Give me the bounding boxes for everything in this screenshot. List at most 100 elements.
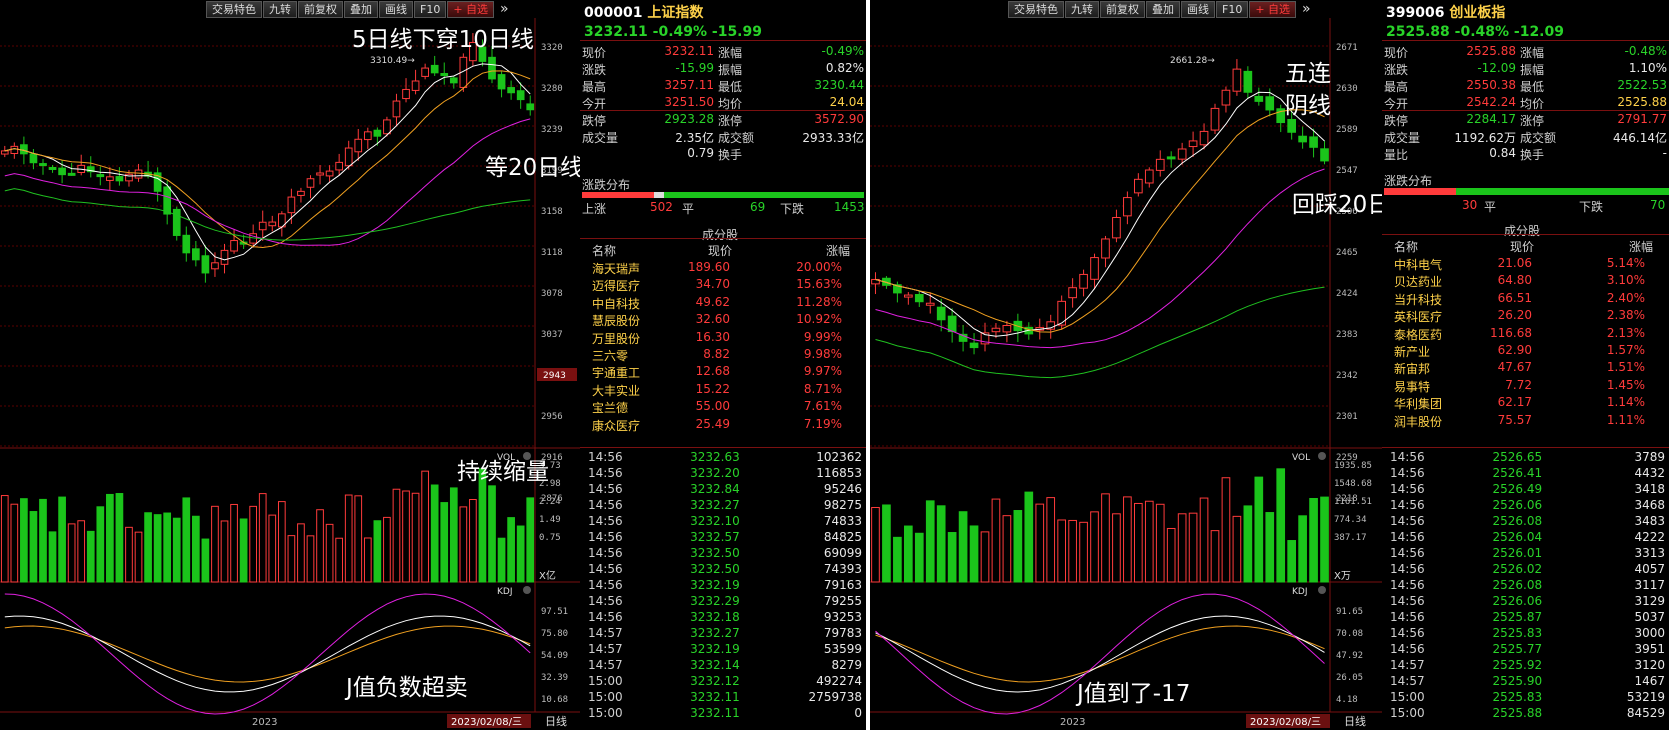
- tick-time: 14:56: [1390, 642, 1425, 656]
- tick-time: 15:00: [1390, 690, 1425, 704]
- tb-jiaoyi[interactable]: 交易特色: [206, 0, 262, 18]
- expand-more-icon[interactable]: »: [1302, 1, 1311, 17]
- volume-bar: [211, 505, 219, 583]
- tb-fuquan[interactable]: 前复权: [298, 0, 343, 18]
- tb-jiuzhuan[interactable]: 九转: [263, 0, 297, 18]
- kdj-axis-label: 32.39: [541, 673, 568, 683]
- tb-zixuan-button[interactable]: + 自选: [1249, 0, 1297, 18]
- quote-value: 2525.88: [1617, 95, 1667, 109]
- tick-price: 2526.41: [1492, 466, 1543, 480]
- tick-time: 14:56: [588, 578, 623, 592]
- constituent-change: 20.00%: [796, 260, 842, 274]
- tick-time: 14:57: [1390, 658, 1425, 672]
- candle-body: [1265, 96, 1275, 111]
- constituent-name[interactable]: 万里股份: [592, 330, 640, 347]
- volume-bar: [20, 498, 28, 583]
- candle-body: [39, 163, 47, 167]
- tick-price: 3232.18: [690, 610, 740, 624]
- candle-body: [1188, 140, 1198, 148]
- tb-f10[interactable]: F10: [414, 0, 447, 18]
- tick-volume: 3117: [1634, 578, 1665, 592]
- price-axis-label: 2383: [1336, 330, 1358, 340]
- constituent-name[interactable]: 华利集团: [1394, 395, 1442, 412]
- tb-diejia[interactable]: 叠加: [344, 0, 378, 18]
- quote-value: 3251.50: [664, 95, 714, 109]
- constituent-price: 25.49: [695, 416, 730, 431]
- constituent-name[interactable]: 慧辰股份: [592, 312, 640, 329]
- tick-time: 14:56: [588, 594, 623, 608]
- volume-bar: [1243, 505, 1253, 583]
- constituent-name[interactable]: 新宙邦: [1394, 360, 1430, 377]
- constituent-name[interactable]: 中自科技: [592, 295, 640, 312]
- volume-bar: [363, 537, 372, 583]
- constituent-change: 11.28%: [796, 294, 842, 309]
- constituent-name[interactable]: 大丰实业: [592, 382, 640, 399]
- tick-volume: 3483: [1634, 514, 1665, 528]
- date-label: 2023/02/08/三: [451, 717, 522, 728]
- volume-bar: [39, 498, 47, 583]
- flat-count: 69: [750, 200, 766, 214]
- volume-bar: [287, 535, 296, 583]
- constituent-price: 34.70: [695, 277, 730, 292]
- quote-label: 成交额: [1520, 131, 1557, 145]
- tick-volume: 3418: [1634, 482, 1665, 496]
- tick-time: 14:56: [1390, 482, 1425, 496]
- candle-body: [287, 196, 296, 214]
- constituent-name[interactable]: 三六零: [592, 347, 628, 364]
- candle-body: [325, 170, 334, 177]
- tb-zixuan-button[interactable]: + 自选: [447, 0, 495, 18]
- annotation-j-value: J值到了-17: [1077, 681, 1191, 707]
- constituent-name[interactable]: 中科电气: [1394, 256, 1442, 273]
- constituent-name[interactable]: 海天瑞声: [592, 260, 640, 277]
- tb-jiaoyi[interactable]: 交易特色: [1008, 0, 1064, 18]
- tb-f10[interactable]: F10: [1216, 0, 1249, 18]
- constituent-price: 75.57: [1497, 412, 1532, 427]
- year-label: 2023: [252, 717, 277, 728]
- candle-body: [106, 176, 114, 181]
- constituent-name[interactable]: 泰格医药: [1394, 326, 1442, 343]
- constituent-change: 15.63%: [796, 277, 842, 292]
- quote-label: 涨停: [718, 114, 743, 128]
- volume-bar: [947, 532, 957, 583]
- tb-huaxian[interactable]: 画线: [379, 0, 413, 18]
- candle-body: [1221, 89, 1231, 106]
- quote-value: 0.79: [687, 146, 714, 160]
- up-count: 502: [650, 200, 673, 214]
- tb-huaxian[interactable]: 画线: [1181, 0, 1215, 18]
- volume-bar: [1079, 521, 1088, 583]
- quote-value: 3232.11: [664, 44, 714, 58]
- quote-value: 0.82%: [825, 61, 864, 75]
- col-header-price: 现价: [1510, 240, 1535, 254]
- tb-jiuzhuan[interactable]: 九转: [1065, 0, 1099, 18]
- constituent-name[interactable]: 润丰股份: [1394, 413, 1442, 430]
- tb-diejia[interactable]: 叠加: [1146, 0, 1180, 18]
- constituent-price: 21.06: [1497, 256, 1532, 270]
- tb-fuquan[interactable]: 前复权: [1100, 0, 1145, 18]
- tick-time: 14:56: [1390, 610, 1425, 624]
- expand-more-icon[interactable]: »: [500, 1, 509, 17]
- constituent-name[interactable]: 迈得医疗: [592, 277, 640, 294]
- constituent-name[interactable]: 宝兰德: [592, 399, 628, 416]
- volume-bar: [1101, 493, 1110, 583]
- tick-volume: 84825: [823, 530, 862, 544]
- quote-value: 1.10%: [1628, 61, 1667, 75]
- constituent-name[interactable]: 易事特: [1394, 378, 1430, 395]
- constituent-name[interactable]: 康众医疗: [592, 417, 640, 434]
- tick-volume: 79255: [823, 594, 862, 608]
- quote-value: 3230.44: [814, 78, 864, 92]
- left-kline-chart[interactable]: 3320328032393199315831183078303729972956…: [0, 0, 580, 730]
- constituent-change: 3.10%: [1606, 273, 1645, 288]
- constituent-name[interactable]: 当升科技: [1394, 291, 1442, 308]
- constituent-price: 7.72: [1505, 377, 1532, 392]
- candle-body: [991, 327, 1001, 333]
- right-toolbar: 交易特色 九转 前复权 叠加 画线 F10 + 自选 »: [1008, 0, 1311, 18]
- constituent-name[interactable]: 宇通重工: [592, 364, 640, 381]
- constituent-name[interactable]: 英科医疗: [1394, 308, 1442, 325]
- tick-price: 2526.04: [1492, 530, 1543, 544]
- constituent-name[interactable]: 新产业: [1394, 343, 1430, 360]
- volume-axis-label: 1161.51: [1334, 497, 1372, 507]
- date-label: 2023/02/08/三: [1250, 717, 1321, 728]
- tick-price: 2526.06: [1492, 594, 1543, 608]
- constituent-name[interactable]: 贝达药业: [1394, 273, 1442, 290]
- tick-time: 14:57: [1390, 674, 1425, 688]
